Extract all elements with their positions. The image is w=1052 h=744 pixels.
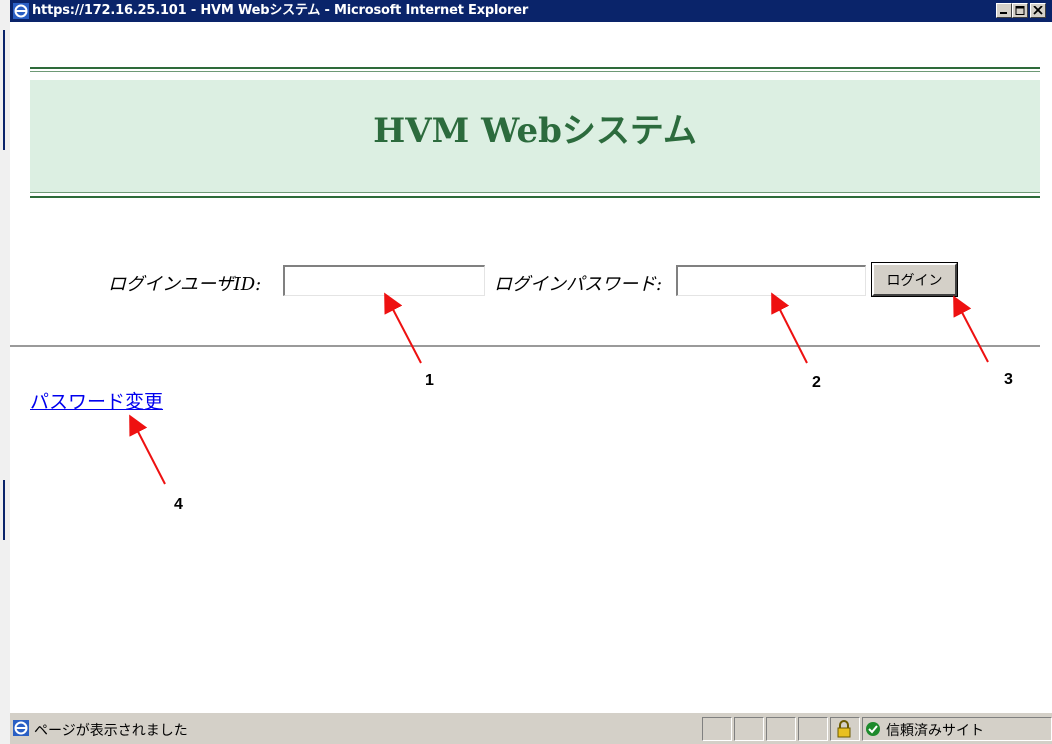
annotation-label-4: 4 (174, 496, 183, 513)
password-input[interactable] (676, 265, 866, 296)
page-title: HVM Webシステム (373, 111, 697, 151)
title-bar[interactable]: https://172.16.25.101 - HVM Webシステム - Mi… (10, 0, 1052, 22)
page-icon (12, 719, 30, 741)
page-content: HVM Webシステム ログインユーザID: ログインパスワード: ログイン パ… (10, 22, 1052, 712)
login-button[interactable]: ログイン (871, 262, 958, 297)
desktop-edge-bar (3, 480, 5, 540)
status-panel (734, 717, 764, 741)
banner-bottom-rule (30, 196, 1040, 198)
ie-window: https://172.16.25.101 - HVM Webシステム - Mi… (10, 0, 1052, 744)
minimize-button[interactable] (996, 3, 1012, 18)
status-panel (702, 717, 732, 741)
annotation-label-2: 2 (812, 374, 821, 391)
annotation-label-3: 3 (1004, 371, 1013, 388)
banner-top-rule (30, 67, 1040, 69)
close-button[interactable] (1030, 3, 1046, 18)
status-bar: ページが表示されました 信頼済みサイト (10, 712, 1052, 744)
status-text: ページが表示されました (34, 723, 188, 739)
banner-bottom-rule-thin (30, 192, 1040, 193)
lock-panel (830, 717, 860, 741)
desktop-edge-bar (3, 30, 5, 150)
user-id-label: ログインユーザID: (108, 274, 262, 295)
divider (10, 345, 1040, 347)
desktop-edge (0, 0, 10, 744)
zone-text: 信頼済みサイト (886, 723, 984, 739)
banner-top-rule-thin (30, 71, 1040, 72)
status-panel (766, 717, 796, 741)
trusted-site-icon (866, 722, 880, 736)
window-title: https://172.16.25.101 - HVM Webシステム - Mi… (32, 3, 529, 18)
close-icon (1033, 6, 1043, 15)
maximize-button[interactable] (1012, 3, 1028, 18)
ie-icon[interactable] (13, 3, 29, 19)
status-panel (798, 717, 828, 741)
change-password-link[interactable]: パスワード変更 (30, 387, 163, 414)
minimize-icon (1000, 12, 1007, 14)
maximize-icon (1015, 6, 1025, 15)
user-id-input[interactable] (283, 265, 485, 296)
lock-icon (837, 720, 851, 738)
annotation-label-1: 1 (425, 372, 434, 389)
password-label: ログインパスワード: (494, 274, 663, 295)
